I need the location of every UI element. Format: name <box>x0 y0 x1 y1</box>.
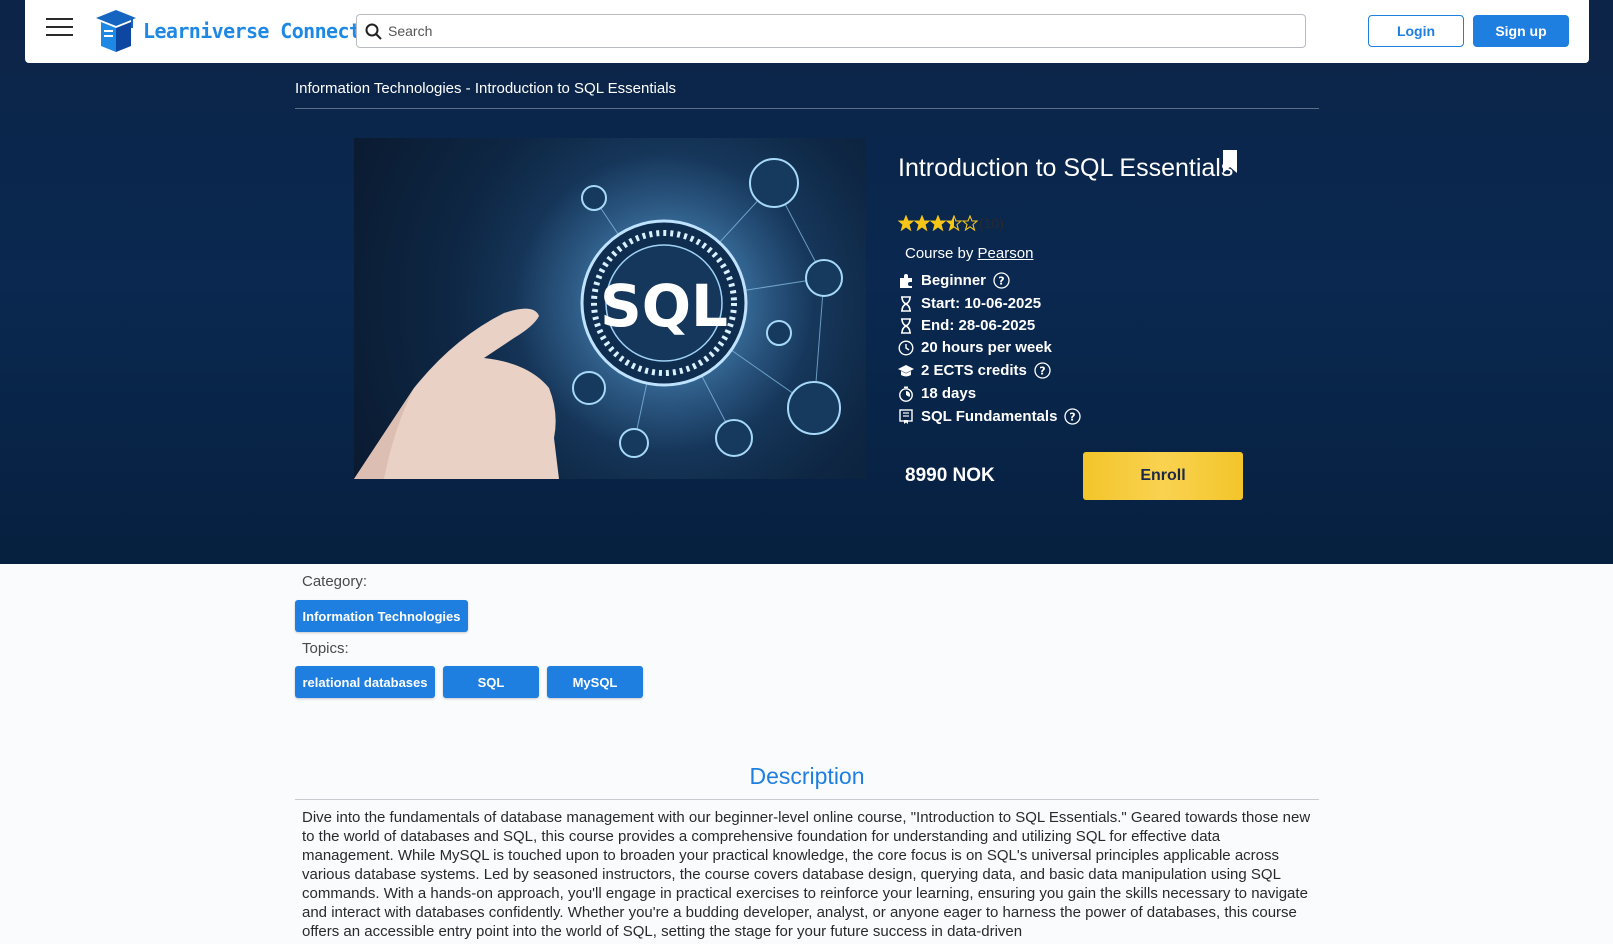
help-icon[interactable]: ? <box>1034 362 1051 379</box>
search-icon <box>365 23 382 40</box>
hourglass-icon <box>898 295 914 312</box>
category-chip[interactable]: Information Technologies <box>295 600 468 632</box>
certificate-icon <box>898 408 914 425</box>
clock-icon <box>898 339 914 356</box>
sql-image-text: SQL <box>600 272 728 340</box>
login-button[interactable]: Login <box>1368 15 1464 47</box>
meta-hours: 20 hours per week <box>898 339 1052 356</box>
category-label: Category: <box>302 573 368 590</box>
help-icon[interactable]: ? <box>993 272 1010 289</box>
topic-chip[interactable]: SQL <box>443 666 539 698</box>
provider-link[interactable]: Pearson <box>978 245 1034 262</box>
course-rating: (10) <box>898 215 1004 231</box>
graduation-cap-icon <box>898 363 914 379</box>
logo-icon <box>96 10 136 52</box>
meta-duration: 18 days <box>898 385 976 402</box>
puzzle-icon <box>898 273 914 289</box>
course-by: Course by Pearson <box>905 245 1033 262</box>
top-navbar: Learniverse Connect Login Sign up <box>25 0 1589 63</box>
brand-name: Learniverse Connect <box>143 19 361 43</box>
course-price: 8990 NOK <box>905 465 995 486</box>
description-divider <box>295 799 1319 800</box>
search-bar[interactable] <box>356 14 1306 48</box>
timer-icon <box>898 386 914 402</box>
hourglass-icon <box>898 317 914 334</box>
signup-button[interactable]: Sign up <box>1473 15 1569 47</box>
description-title: Description <box>749 763 865 789</box>
search-input[interactable] <box>388 23 1288 39</box>
topic-chip[interactable]: relational databases <box>295 666 435 698</box>
svg-text:?: ? <box>1070 411 1076 424</box>
course-title: Introduction to SQL Essentials <box>898 154 1234 182</box>
description-text: Dive into the fundamentals of database m… <box>302 809 1311 940</box>
meta-certificate: SQL Fundamentals ? <box>898 408 1082 425</box>
meta-start-date: Start: 10-06-2025 <box>898 295 1041 312</box>
help-icon[interactable]: ? <box>1064 408 1082 425</box>
rating-count: (10) <box>979 215 1004 231</box>
topics-label: Topics: <box>302 640 349 657</box>
menu-icon[interactable] <box>46 18 74 40</box>
meta-credits: 2 ECTS credits ? <box>898 362 1051 379</box>
svg-text:?: ? <box>1039 365 1045 378</box>
svg-text:?: ? <box>998 275 1004 288</box>
breadcrumb[interactable]: Information Technologies - Introduction … <box>295 80 676 97</box>
meta-level: Beginner ? <box>898 272 1010 289</box>
meta-end-date: End: 28-06-2025 <box>898 317 1035 334</box>
star-rating-icon <box>898 215 978 231</box>
topic-chip[interactable]: MySQL <box>547 666 643 698</box>
bookmark-icon[interactable] <box>1222 149 1238 179</box>
enroll-button[interactable]: Enroll <box>1083 452 1243 500</box>
brand-logo[interactable]: Learniverse Connect <box>95 8 361 54</box>
course-by-label: Course by <box>905 245 974 262</box>
breadcrumb-divider <box>295 108 1319 109</box>
course-image: SQL <box>354 138 866 479</box>
